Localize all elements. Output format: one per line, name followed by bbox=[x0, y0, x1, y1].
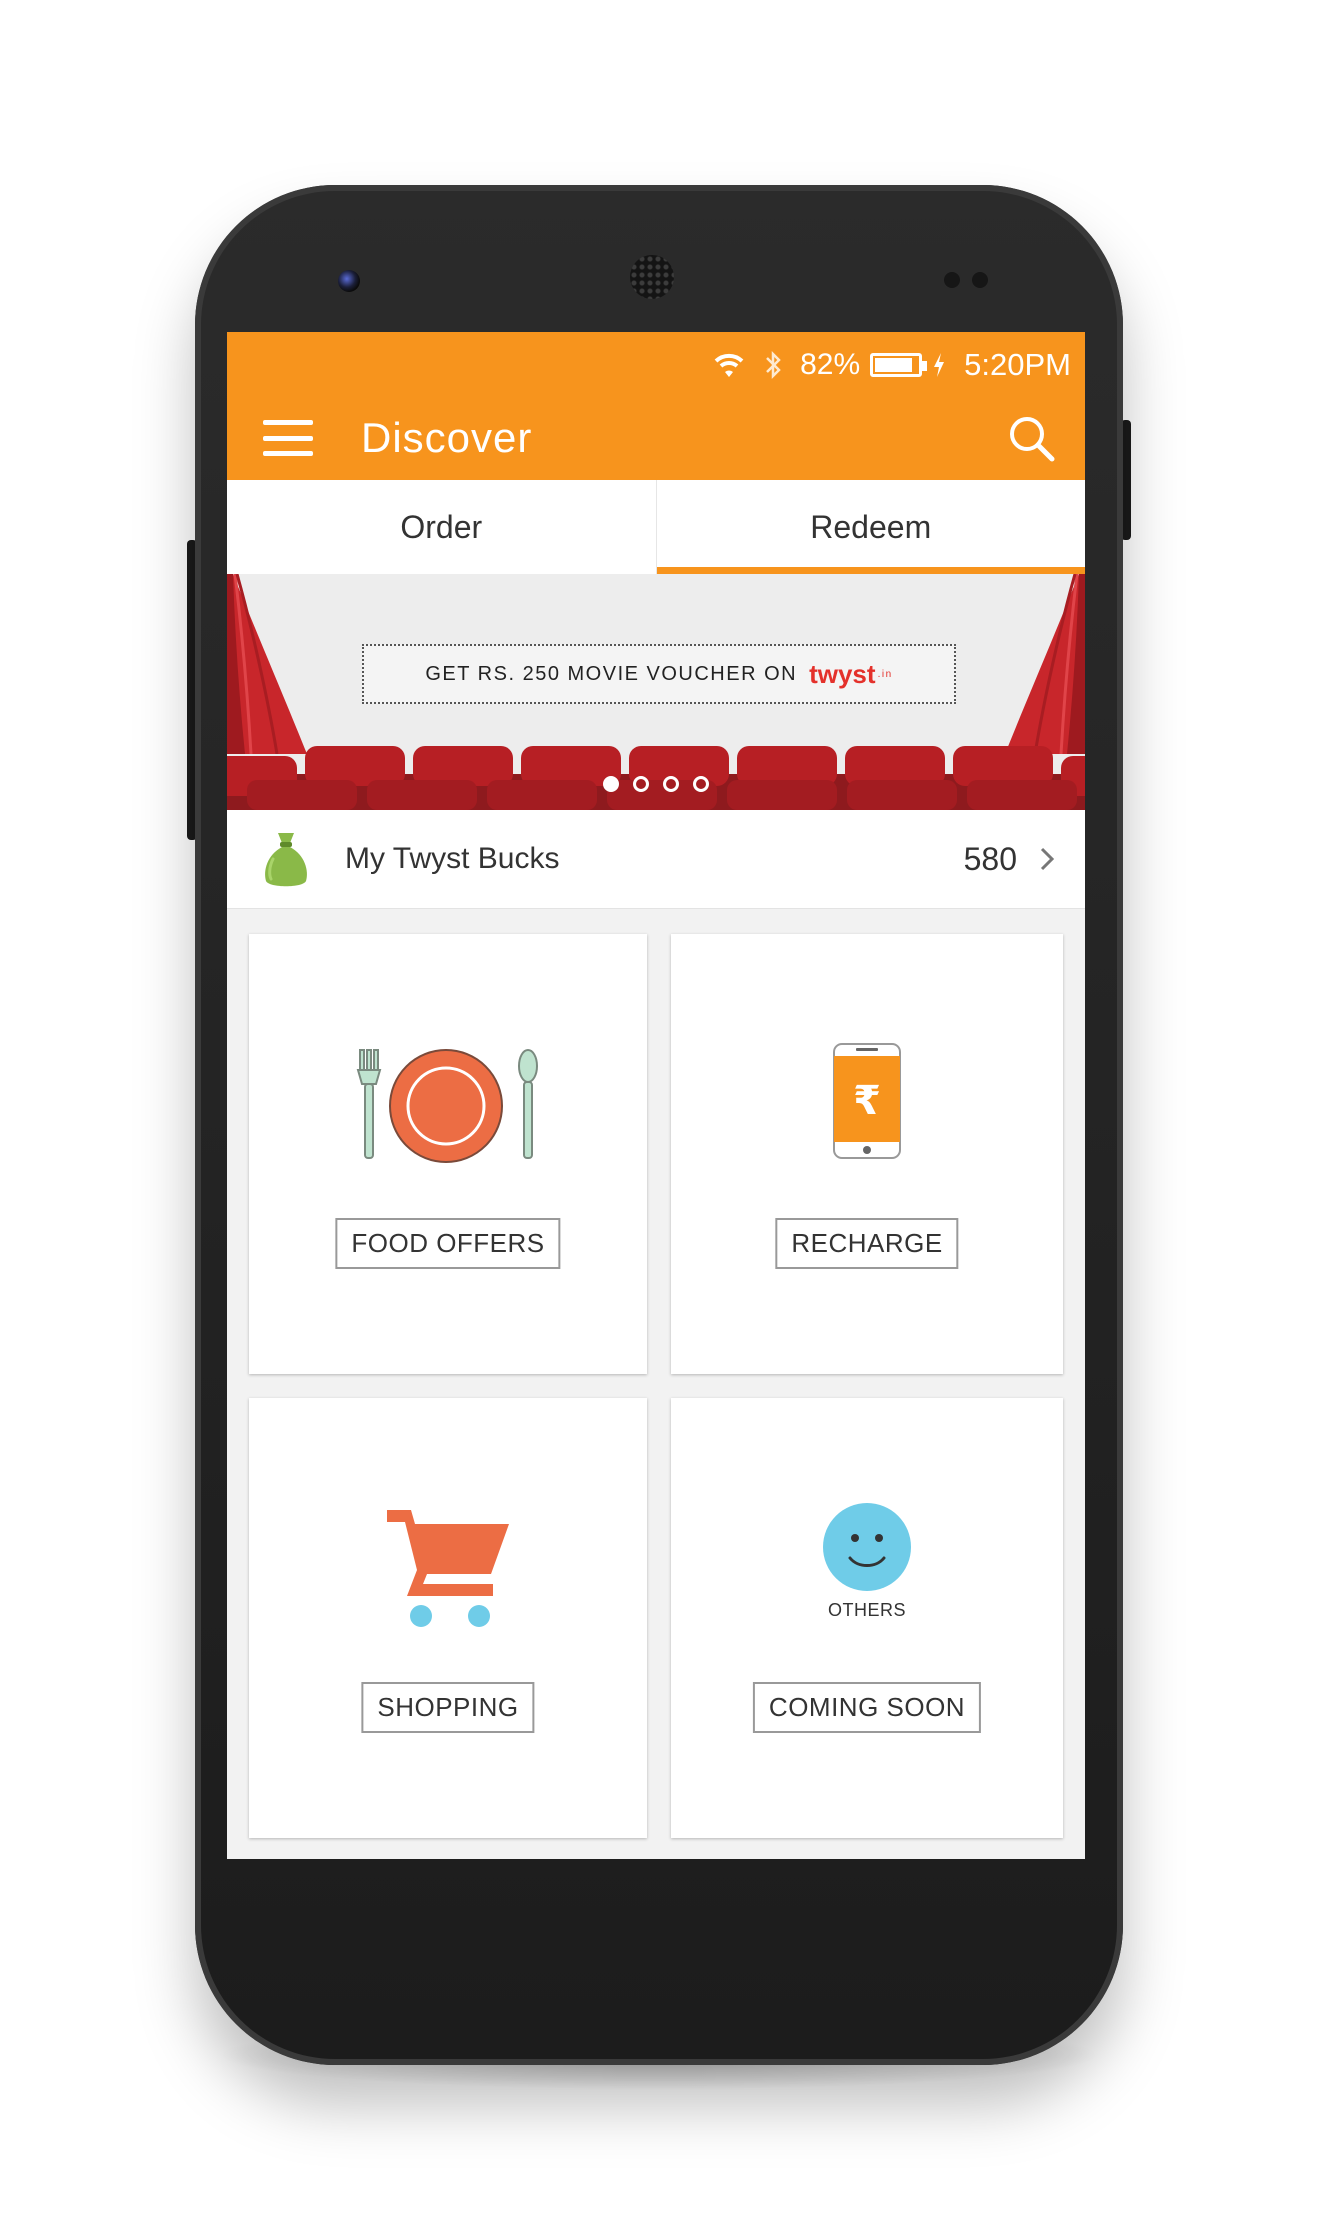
shopping-cart-icon bbox=[387, 1510, 509, 1627]
wifi-icon bbox=[712, 351, 746, 379]
app-screen: 82% 5:20PM Discover Order Redeem GET RS.… bbox=[227, 332, 1085, 1859]
voucher-text: GET RS. 250 MOVIE VOUCHER ON bbox=[425, 662, 798, 685]
hamburger-menu-icon[interactable] bbox=[263, 420, 313, 456]
battery-percent: 82% bbox=[800, 348, 861, 381]
svg-text:₹: ₹ bbox=[853, 1078, 881, 1124]
others-caption: OTHERS bbox=[827, 1600, 906, 1620]
chevron-right-icon bbox=[1040, 847, 1055, 871]
carousel-dots bbox=[227, 776, 1085, 792]
battery-icon bbox=[870, 353, 946, 377]
twyst-logo-tld: .in bbox=[877, 668, 893, 680]
promo-banner[interactable]: GET RS. 250 MOVIE VOUCHER ON twyst .in bbox=[227, 574, 1085, 810]
front-camera bbox=[338, 270, 360, 292]
carousel-dot-1[interactable] bbox=[603, 776, 619, 792]
twyst-logo: twyst bbox=[809, 658, 876, 689]
right-curtain bbox=[1005, 574, 1085, 754]
bluetooth-icon bbox=[764, 350, 782, 380]
tab-redeem[interactable]: Redeem bbox=[655, 480, 1086, 574]
toolbar: Discover bbox=[227, 396, 1085, 480]
twyst-bucks-label: My Twyst Bucks bbox=[345, 842, 560, 875]
money-bag-icon bbox=[265, 833, 307, 887]
shopping-button[interactable]: SHOPPING bbox=[361, 1682, 535, 1733]
carousel-dot-3[interactable] bbox=[663, 776, 679, 792]
recharge-button[interactable]: RECHARGE bbox=[775, 1218, 959, 1269]
phone-rupee-icon: ₹ bbox=[833, 1043, 901, 1159]
others-card[interactable]: OTHERS COMING SOON bbox=[671, 1398, 1063, 1838]
earpiece-speaker bbox=[630, 255, 674, 299]
food-offers-button[interactable]: FOOD OFFERS bbox=[335, 1218, 561, 1269]
twyst-bucks-row[interactable]: My Twyst Bucks 580 bbox=[227, 810, 1085, 909]
recharge-card[interactable]: ₹ RECHARGE bbox=[671, 934, 1063, 1374]
light-sensor bbox=[972, 272, 988, 288]
page-title: Discover bbox=[361, 414, 533, 461]
food-offers-card[interactable]: FOOD OFFERS bbox=[249, 934, 647, 1374]
carousel-dot-4[interactable] bbox=[693, 776, 709, 792]
status-bar: 82% 5:20PM bbox=[694, 342, 1071, 388]
voucher-callout: GET RS. 250 MOVIE VOUCHER ON twyst .in bbox=[362, 644, 956, 704]
shopping-card[interactable]: SHOPPING bbox=[249, 1398, 647, 1838]
left-curtain bbox=[227, 574, 307, 754]
carousel-dot-2[interactable] bbox=[633, 776, 649, 792]
twyst-bucks-value: 580 bbox=[963, 840, 1017, 877]
proximity-sensor bbox=[944, 272, 960, 288]
tab-order[interactable]: Order bbox=[227, 480, 656, 574]
clock: 5:20PM bbox=[964, 347, 1071, 382]
search-icon[interactable] bbox=[1007, 414, 1055, 462]
smiley-icon bbox=[823, 1503, 911, 1591]
tab-bar: Order Redeem bbox=[227, 480, 1085, 575]
plate-cutlery-icon bbox=[356, 1049, 538, 1163]
coming-soon-button[interactable]: COMING SOON bbox=[752, 1682, 982, 1733]
app-bar: 82% 5:20PM Discover bbox=[227, 332, 1085, 480]
